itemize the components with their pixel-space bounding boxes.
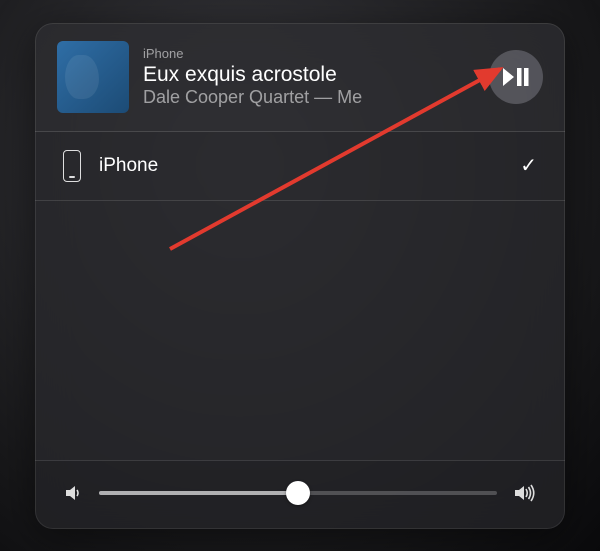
volume-slider-thumb[interactable] [286,481,310,505]
volume-row [35,460,565,529]
checkmark-icon: ✓ [520,153,537,178]
album-art[interactable] [57,41,129,113]
volume-slider-fill [99,491,298,495]
volume-low-icon [63,483,83,503]
device-list-empty-area [35,201,565,460]
device-row-iphone[interactable]: iPhone ✓ [35,132,565,201]
track-artist: Dale Cooper Quartet — Me [143,87,475,108]
volume-slider[interactable] [99,491,497,495]
now-playing-header: iPhone Eux exquis acrostole Dale Cooper … [35,23,565,131]
volume-high-icon [513,483,537,503]
track-meta[interactable]: iPhone Eux exquis acrostole Dale Cooper … [143,46,475,108]
phone-icon [63,150,81,182]
play-pause-icon [502,66,530,88]
source-label: iPhone [143,46,475,61]
play-pause-button[interactable] [489,50,543,104]
device-name: iPhone [99,155,502,177]
track-title: Eux exquis acrostole [143,63,475,87]
airplay-panel: iPhone Eux exquis acrostole Dale Cooper … [35,23,565,529]
